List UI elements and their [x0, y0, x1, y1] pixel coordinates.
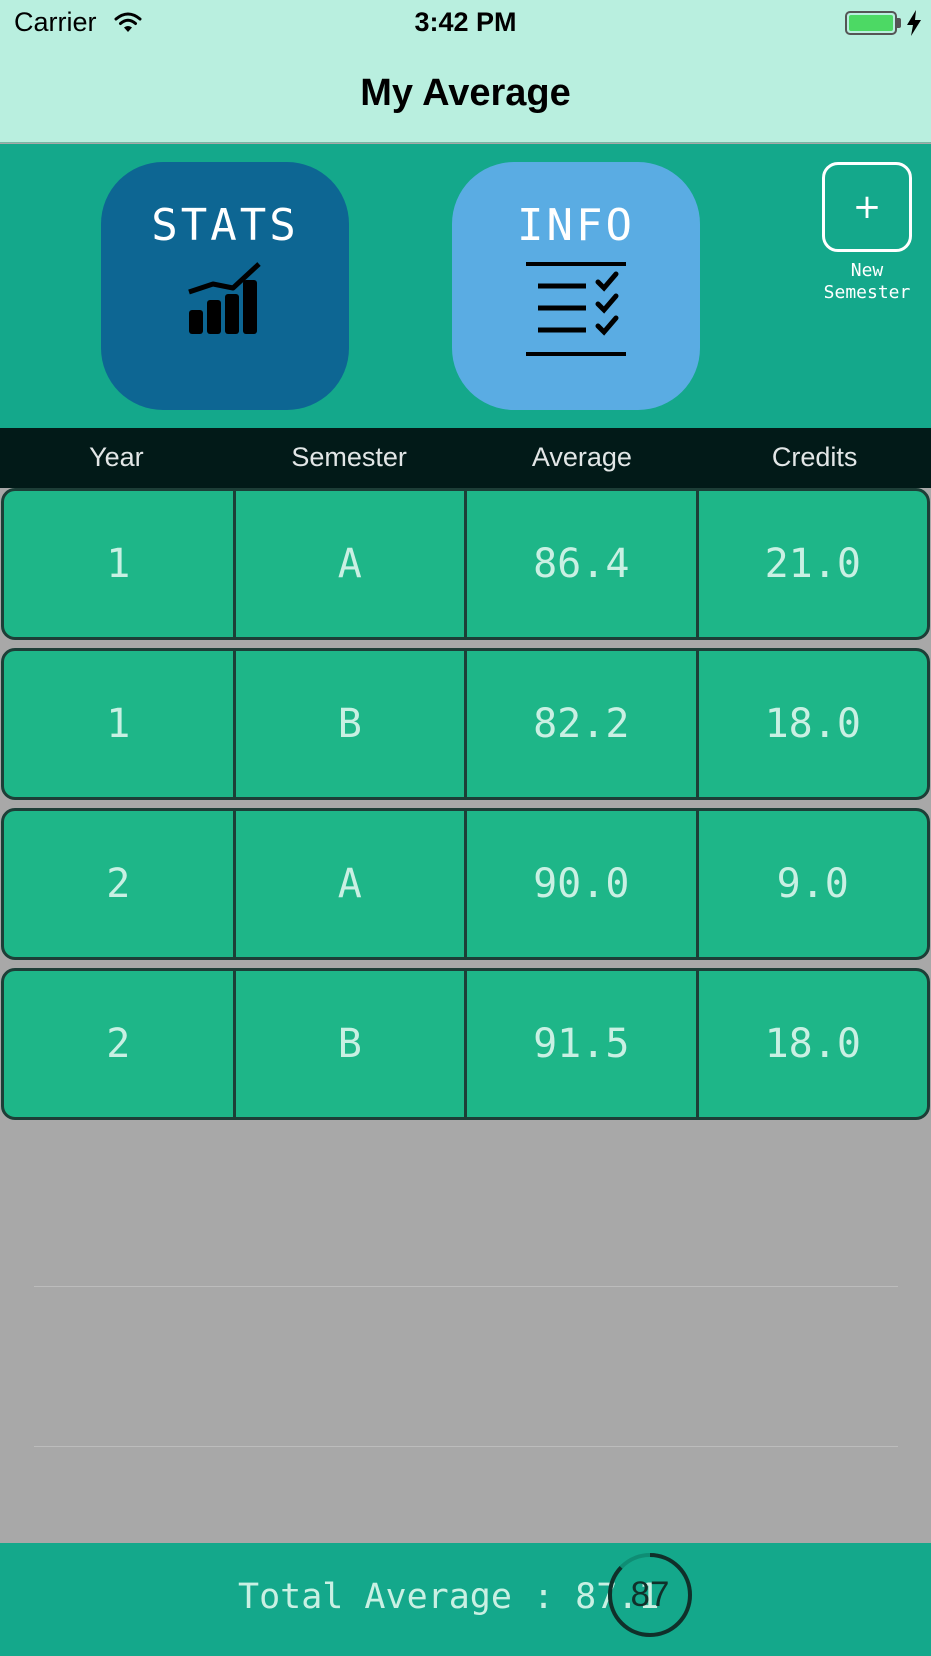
cell-average: 86.4 — [464, 491, 696, 637]
cell-year: 1 — [106, 541, 131, 587]
cell-credits: 18.0 — [695, 971, 928, 1117]
cell-semester: A — [232, 811, 465, 957]
new-semester-button[interactable]: + — [822, 162, 912, 252]
battery-tip — [897, 18, 901, 28]
battery-icon — [845, 11, 897, 35]
empty-row-divider — [34, 1446, 898, 1447]
navigation-bar: My Average — [0, 48, 931, 143]
cell-year: 2 — [106, 1021, 131, 1067]
info-label: INFO — [517, 200, 635, 251]
cell-credits: 21.0 — [695, 491, 928, 637]
header-semester: Semester — [291, 442, 407, 472]
header-credits: Credits — [771, 442, 858, 472]
empty-row-divider — [34, 1286, 898, 1287]
stats-label: STATS — [151, 200, 299, 251]
stats-button[interactable]: STATS — [101, 162, 349, 410]
cell-average: 91.5 — [464, 971, 696, 1117]
cell-average: 82.2 — [464, 651, 696, 797]
table-row[interactable]: 1 A 86.4 21.0 — [1, 488, 930, 640]
info-button[interactable]: INFO — [452, 162, 700, 410]
charging-bolt-icon — [907, 10, 921, 36]
cell-credits: 9.0 — [695, 811, 928, 957]
cell-average: 90.0 — [464, 811, 696, 957]
cell-year: 1 — [106, 701, 131, 747]
clock: 3:42 PM — [414, 7, 517, 37]
cell-semester: B — [232, 971, 465, 1117]
cell-semester: A — [232, 491, 465, 637]
header-year: Year — [89, 442, 144, 472]
checklist-icon — [526, 262, 626, 356]
header-average: Average — [531, 442, 632, 472]
total-average-label: Total Average : 87.1 — [238, 1577, 660, 1617]
status-bar: Carrier 3:42 PM — [0, 0, 931, 48]
table-row[interactable]: 2 B 91.5 18.0 — [1, 968, 930, 1120]
cell-credits: 18.0 — [695, 651, 928, 797]
table-row[interactable]: 2 A 90.0 9.0 — [1, 808, 930, 960]
action-panel: STATS INFO + New Semester — [0, 144, 931, 428]
page-title: My Average — [360, 72, 571, 114]
bar-chart-trend-icon — [188, 262, 261, 334]
cell-semester: B — [232, 651, 465, 797]
footer-bar: Total Average : 87.1 87 — [0, 1543, 931, 1656]
new-semester-label: New Semester — [823, 260, 911, 303]
cell-year: 2 — [106, 861, 131, 907]
gauge-value: 87 — [630, 1575, 670, 1614]
table-header: Year Semester Average Credits — [0, 428, 931, 488]
table-row[interactable]: 1 B 82.2 18.0 — [1, 648, 930, 800]
